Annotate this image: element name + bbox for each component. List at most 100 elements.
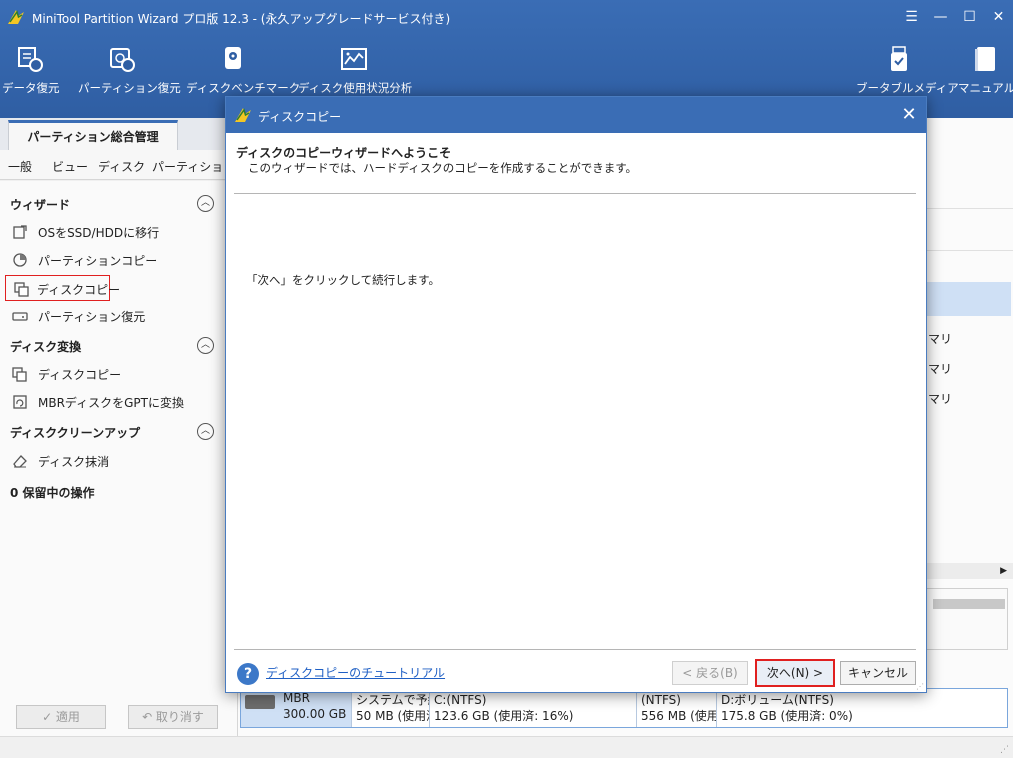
- partition-type-text: マリ: [928, 332, 953, 346]
- sidebar-item-label: ディスクコピー: [38, 368, 122, 382]
- tab-partition-management[interactable]: パーティション総合管理: [8, 120, 178, 150]
- toolbar-label: マニュアル: [958, 81, 1013, 95]
- sidebar-item-label: MBRディスクをGPTに変換: [38, 396, 184, 410]
- divider: [234, 649, 916, 650]
- title-bar: MiniTool Partition Wizard プロ版 12.3 - (永久…: [0, 0, 1013, 34]
- toolbar-label: ブータブルメディア: [856, 81, 959, 95]
- collapse-chevron-icon[interactable]: ︿: [197, 423, 214, 440]
- partition-copy-icon: [13, 253, 27, 267]
- cancel-button[interactable]: キャンセル: [840, 661, 916, 685]
- toolbar-space-analyzer[interactable]: ディスク使用状況分析: [298, 44, 413, 96]
- partition-cell[interactable]: D:ボリューム(NTFS) 175.8 GB (使用済: 0%): [716, 689, 1007, 727]
- section-convert-title: ディスク変換: [10, 340, 82, 354]
- toolbar-disk-benchmark[interactable]: ディスクベンチマーク: [186, 44, 301, 96]
- menu-bar: 一般 ビュー ディスク パーティション: [0, 150, 238, 180]
- sidebar-item-disk-copy[interactable]: ディスクコピー: [5, 275, 120, 301]
- close-icon[interactable]: ✕: [898, 104, 920, 126]
- next-button[interactable]: 次へ(N) >: [755, 659, 835, 687]
- disk-copy-icon: [12, 367, 27, 382]
- partition-label: (NTFS): [641, 693, 681, 707]
- list-divider: [926, 208, 1013, 209]
- toolbar-label: データ復元: [2, 81, 60, 95]
- app-title: MiniTool Partition Wizard プロ版 12.3 - (永久…: [32, 12, 451, 26]
- disk-size: 300.00 GB: [283, 707, 347, 721]
- partition-type-text: マリ: [928, 362, 953, 376]
- toolbar-label: ディスクベンチマーク: [186, 81, 301, 95]
- wizard-heading: ディスクのコピーウィザードへようこそ: [236, 146, 452, 160]
- disk-legend-panel: [926, 588, 1008, 650]
- partition-recovery-small-icon: [12, 312, 28, 321]
- hard-disk-icon: [245, 695, 275, 709]
- collapse-chevron-icon[interactable]: ︿: [197, 337, 214, 354]
- bootable-media-icon: [891, 46, 907, 71]
- partition-label: システムで予約: [356, 693, 429, 707]
- app-logo-icon: [8, 10, 24, 24]
- partition-detail: 123.6 GB (使用済: 16%): [434, 709, 574, 723]
- app-logo-icon: [235, 108, 251, 122]
- tab-strip: パーティション総合管理: [0, 118, 238, 150]
- data-recovery-icon: [18, 47, 43, 72]
- partition-label: C:(NTFS): [434, 693, 487, 707]
- tutorial-link[interactable]: ディスクコピーのチュートリアル: [266, 664, 445, 681]
- minimize-icon[interactable]: —: [926, 4, 955, 30]
- partition-label: D:ボリューム(NTFS): [721, 693, 834, 707]
- dialog-title: ディスクコピー: [258, 110, 342, 124]
- list-divider: [926, 250, 1013, 251]
- pending-operations: 0 保留中の操作: [10, 486, 95, 500]
- scroll-right-icon[interactable]: ▶: [1000, 563, 1007, 579]
- dialog-title-bar: ディスクコピー ✕: [226, 97, 926, 133]
- sidebar-item-label: ディスクコピー: [37, 283, 121, 297]
- convert-disk-icon: [13, 395, 27, 409]
- toolbar-partition-recovery[interactable]: パーティション復元: [78, 44, 181, 96]
- action-panel: ウィザード ︿ OSをSSD/HDDに移行 パーティションコピー ディスクコピー…: [0, 181, 238, 736]
- collapse-chevron-icon[interactable]: ︿: [197, 195, 214, 212]
- divider: [234, 193, 916, 194]
- partition-cell[interactable]: C:(NTFS) 123.6 GB (使用済: 16%): [429, 689, 636, 727]
- partition-cell[interactable]: システムで予約 50 MB (使用済: [351, 689, 429, 727]
- menu-icon[interactable]: ☰: [897, 4, 926, 30]
- migrate-os-icon: [13, 225, 27, 239]
- toolbar-bootable-media[interactable]: ブータブルメディア: [856, 44, 959, 96]
- back-button[interactable]: < 戻る(B): [672, 661, 748, 685]
- sidebar-item-label: OSをSSD/HDDに移行: [38, 226, 160, 240]
- menu-general[interactable]: 一般: [8, 158, 32, 175]
- status-bar: ⋰: [0, 736, 1013, 758]
- partition-type-text: マリ: [928, 392, 953, 406]
- window-controls: ☰ — ☐ ✕: [897, 4, 1013, 30]
- menu-view[interactable]: ビュー: [52, 158, 88, 175]
- partition-detail: 50 MB (使用済: [356, 709, 429, 723]
- toolbar-data-recovery[interactable]: データ復元: [2, 44, 60, 96]
- help-icon[interactable]: ?: [237, 663, 259, 685]
- space-analyzer-icon: [341, 48, 367, 70]
- sidebar-item-label: ディスク抹消: [38, 455, 110, 469]
- disk-copy-icon: [14, 282, 29, 297]
- manual-icon: [975, 47, 995, 71]
- sidebar-item-label: パーティションコピー: [38, 254, 158, 268]
- apply-button[interactable]: ✓ 適用: [16, 705, 106, 729]
- wizard-subtitle: このウィザードでは、ハードディスクのコピーを作成することができます。: [248, 161, 638, 175]
- disk-info-cell[interactable]: MBR 300.00 GB: [241, 689, 351, 727]
- selected-disk-row[interactable]: [926, 282, 1011, 316]
- toolbar-label: ディスク使用状況分析: [298, 81, 413, 95]
- disk-map-row[interactable]: MBR 300.00 GB システムで予約 50 MB (使用済 C:(NTFS…: [240, 688, 1008, 728]
- close-window-icon[interactable]: ✕: [984, 4, 1013, 30]
- undo-button[interactable]: ↶ 取り消す: [128, 705, 218, 729]
- partition-cell[interactable]: (NTFS) 556 MB (使用: [636, 689, 716, 727]
- maximize-icon[interactable]: ☐: [955, 4, 984, 30]
- section-cleanup-title: ディスククリーンアップ: [10, 426, 141, 440]
- sidebar-item-label: パーティション復元: [38, 310, 146, 324]
- menu-disk[interactable]: ディスク: [98, 158, 145, 175]
- horizontal-scrollbar[interactable]: ▶: [926, 563, 1013, 579]
- menu-partition[interactable]: パーティション: [152, 158, 235, 175]
- partition-detail: 175.8 GB (使用済: 0%): [721, 709, 853, 723]
- wizard-instruction: 「次へ」をクリックして続行します。: [246, 273, 441, 287]
- toolbar-manual[interactable]: マニュアル: [958, 44, 1013, 96]
- disk-benchmark-icon: [225, 47, 241, 69]
- partition-recovery-icon: [110, 48, 135, 72]
- resize-grip-icon[interactable]: ⋰: [916, 682, 924, 691]
- resize-grip-icon[interactable]: ⋰: [1000, 745, 1009, 755]
- legend-bar: [933, 599, 1005, 609]
- section-wizard-title: ウィザード: [10, 198, 71, 212]
- partition-detail: 556 MB (使用: [641, 709, 716, 723]
- disk-copy-dialog: ディスクコピー ✕ ディスクのコピーウィザードへようこそ このウィザードでは、ハ…: [225, 96, 927, 693]
